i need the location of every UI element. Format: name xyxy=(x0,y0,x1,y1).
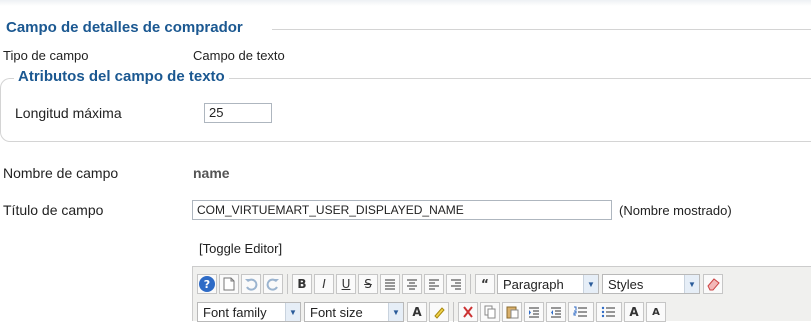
font-size-increase-icon: A xyxy=(629,305,639,319)
justify-full-icon xyxy=(385,279,395,290)
highlight-button[interactable] xyxy=(429,302,449,322)
help-icon: ? xyxy=(199,276,215,292)
align-right-button[interactable] xyxy=(446,274,466,294)
format-select[interactable]: Paragraph ▼ xyxy=(497,274,599,294)
field-title-label: Título de campo xyxy=(3,202,104,218)
font-size-decrease-button[interactable]: A xyxy=(646,302,666,322)
align-left-button[interactable] xyxy=(424,274,444,294)
justify-full-button[interactable] xyxy=(380,274,400,294)
redo-button[interactable] xyxy=(263,274,283,294)
text-color-button[interactable]: A xyxy=(407,302,427,322)
indent-button[interactable] xyxy=(524,302,544,322)
paste-icon xyxy=(506,306,519,319)
help-button[interactable]: ? xyxy=(197,274,217,294)
field-type-label: Tipo de campo xyxy=(3,48,89,63)
ordered-list-button[interactable] xyxy=(568,302,594,322)
bullet-list-button[interactable] xyxy=(596,302,622,322)
cut-button[interactable] xyxy=(458,302,478,322)
ordered-list-icon xyxy=(573,306,587,317)
styles-select-value: Styles xyxy=(608,276,644,292)
toolbar-separator xyxy=(453,302,454,322)
strikethrough-icon: S xyxy=(364,277,372,291)
fieldset-divider-line xyxy=(272,29,811,30)
paste-button[interactable] xyxy=(502,302,522,322)
field-name-label: Nombre de campo xyxy=(3,165,119,181)
top-edge xyxy=(0,0,811,6)
undo-icon xyxy=(245,278,258,291)
blockquote-icon: “ xyxy=(481,277,489,291)
format-select-value: Paragraph xyxy=(503,276,564,292)
bold-icon: B xyxy=(297,277,307,291)
fieldset-title-buyer-details: Campo de detalles de comprador xyxy=(6,19,253,36)
toolbar-row-2: Font family ▼ Font size ▼ A A A xyxy=(197,300,668,324)
text-color-icon: A xyxy=(412,305,422,319)
toolbar-separator xyxy=(470,274,471,294)
font-family-select[interactable]: Font family ▼ xyxy=(197,302,301,322)
align-center-icon xyxy=(407,279,417,290)
italic-button[interactable]: I xyxy=(314,274,334,294)
remove-format-button[interactable] xyxy=(703,274,723,294)
toolbar-row-1: ? B I U S “ Paragraph ▼ Styles ▼ xyxy=(197,272,725,296)
fieldset-title-text-attributes: Atributos del campo de texto xyxy=(14,68,229,85)
font-size-decrease-icon: A xyxy=(652,306,660,318)
font-family-select-value: Font family xyxy=(203,304,267,320)
bold-button[interactable]: B xyxy=(292,274,312,294)
eraser-icon xyxy=(707,278,720,291)
toolbar-separator xyxy=(287,274,288,294)
editor-toolbar: ? B I U S “ Paragraph ▼ Styles ▼ Font fa… xyxy=(192,266,811,324)
font-size-select-value: Font size xyxy=(310,304,363,320)
underline-button[interactable]: U xyxy=(336,274,356,294)
blockquote-button[interactable]: “ xyxy=(475,274,495,294)
new-document-button[interactable] xyxy=(219,274,239,294)
field-name-value: name xyxy=(193,165,230,181)
outdent-icon xyxy=(551,307,561,318)
field-title-note: (Nombre mostrado) xyxy=(619,203,732,218)
align-right-icon xyxy=(451,279,461,290)
underline-icon: U xyxy=(341,277,351,291)
redo-icon xyxy=(266,278,279,291)
copy-icon xyxy=(484,305,496,319)
chevron-down-icon: ▼ xyxy=(684,275,699,293)
new-document-icon xyxy=(223,277,235,291)
chevron-down-icon: ▼ xyxy=(583,275,598,293)
field-title-input[interactable] xyxy=(192,200,612,220)
chevron-down-icon: ▼ xyxy=(388,303,403,321)
styles-select[interactable]: Styles ▼ xyxy=(602,274,700,294)
field-type-value: Campo de texto xyxy=(193,48,285,63)
font-size-select[interactable]: Font size ▼ xyxy=(304,302,404,322)
copy-button[interactable] xyxy=(480,302,500,322)
highlighter-icon xyxy=(434,307,445,319)
align-center-button[interactable] xyxy=(402,274,422,294)
undo-button[interactable] xyxy=(241,274,261,294)
toggle-editor-link[interactable]: [Toggle Editor] xyxy=(199,241,282,256)
max-length-label: Longitud máxima xyxy=(15,105,122,121)
max-length-input[interactable] xyxy=(204,103,272,123)
indent-icon xyxy=(529,307,539,318)
strikethrough-button[interactable]: S xyxy=(358,274,378,294)
chevron-down-icon: ▼ xyxy=(285,303,300,321)
italic-icon: I xyxy=(322,277,326,291)
scissors-icon xyxy=(463,306,473,318)
font-size-increase-button[interactable]: A xyxy=(624,302,644,322)
bullet-list-icon xyxy=(601,306,615,318)
align-left-icon xyxy=(429,279,439,290)
outdent-button[interactable] xyxy=(546,302,566,322)
